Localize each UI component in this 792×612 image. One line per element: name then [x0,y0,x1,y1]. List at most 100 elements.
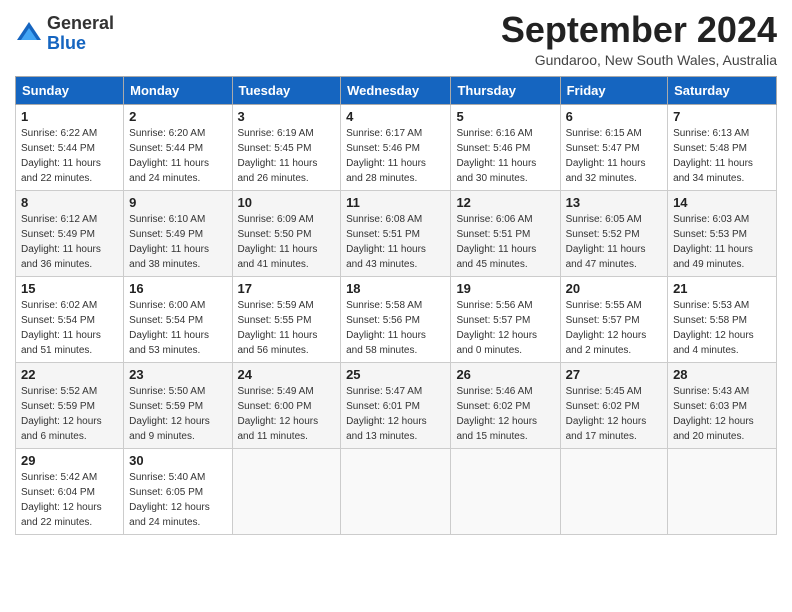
day-number: 20 [566,281,662,296]
day-info: Sunrise: 6:10 AM Sunset: 5:49 PM Dayligh… [129,212,226,272]
calendar-table: SundayMondayTuesdayWednesdayThursdayFrid… [15,76,777,535]
col-header-saturday: Saturday [668,76,777,104]
day-cell: 13 Sunrise: 6:05 AM Sunset: 5:52 PM Dayli… [560,190,667,276]
day-cell: 24Sunrise: 5:49 AM Sunset: 6:00 PM Dayli… [232,362,341,448]
col-header-friday: Friday [560,76,667,104]
day-cell: 4 Sunrise: 6:17 AM Sunset: 5:46 PM Daylig… [341,104,451,190]
day-info: Sunrise: 6:08 AM Sunset: 5:51 PM Dayligh… [346,212,445,272]
day-info: Sunrise: 6:06 AM Sunset: 5:51 PM Dayligh… [456,212,554,272]
day-cell: 3 Sunrise: 6:19 AM Sunset: 5:45 PM Daylig… [232,104,341,190]
logo-icon [15,20,43,48]
day-cell: 11Sunrise: 6:08 AM Sunset: 5:51 PM Dayli… [341,190,451,276]
day-cell: 6 Sunrise: 6:15 AM Sunset: 5:47 PM Daylig… [560,104,667,190]
day-number: 17 [238,281,336,296]
day-info: Sunrise: 6:17 AM Sunset: 5:46 PM Dayligh… [346,126,445,186]
day-number: 13 [566,195,662,210]
day-number: 26 [456,367,554,382]
day-info: Sunrise: 5:43 AM Sunset: 6:03 PM Dayligh… [673,384,771,444]
day-number: 21 [673,281,771,296]
month-title: September 2024 [501,10,777,50]
day-number: 15 [21,281,118,296]
week-row-4: 22 Sunrise: 5:52 AM Sunset: 5:59 PM Dayli… [16,362,777,448]
day-number: 6 [566,109,662,124]
day-number: 18 [346,281,445,296]
logo-text: General Blue [47,14,114,54]
day-info: Sunrise: 5:53 AM Sunset: 5:58 PM Dayligh… [673,298,771,358]
logo-general: General [47,13,114,33]
day-info: Sunrise: 6:03 AM Sunset: 5:53 PM Dayligh… [673,212,771,272]
day-cell: 28 Sunrise: 5:43 AM Sunset: 6:03 PM Dayli… [668,362,777,448]
day-number: 3 [238,109,336,124]
week-row-2: 8Sunrise: 6:12 AM Sunset: 5:49 PM Daylig… [16,190,777,276]
day-cell [560,448,667,534]
day-cell: 21 Sunrise: 5:53 AM Sunset: 5:58 PM Dayli… [668,276,777,362]
day-cell: 1Sunrise: 6:22 AM Sunset: 5:44 PM Daylig… [16,104,124,190]
day-number: 29 [21,453,118,468]
day-cell: 2 Sunrise: 6:20 AM Sunset: 5:44 PM Daylig… [124,104,232,190]
day-cell: 20Sunrise: 5:55 AM Sunset: 5:57 PM Dayli… [560,276,667,362]
day-info: Sunrise: 5:46 AM Sunset: 6:02 PM Dayligh… [456,384,554,444]
day-info: Sunrise: 6:22 AM Sunset: 5:44 PM Dayligh… [21,126,118,186]
day-cell: 29 Sunrise: 5:42 AM Sunset: 6:04 PM Dayli… [16,448,124,534]
title-block: September 2024 Gundaroo, New South Wales… [501,10,777,68]
day-number: 2 [129,109,226,124]
day-number: 4 [346,109,445,124]
col-header-tuesday: Tuesday [232,76,341,104]
day-info: Sunrise: 5:52 AM Sunset: 5:59 PM Dayligh… [21,384,118,444]
col-header-thursday: Thursday [451,76,560,104]
day-cell: 22 Sunrise: 5:52 AM Sunset: 5:59 PM Dayli… [16,362,124,448]
day-cell: 16 Sunrise: 6:00 AM Sunset: 5:54 PM Dayli… [124,276,232,362]
day-number: 22 [21,367,118,382]
page: General Blue September 2024 Gundaroo, Ne… [0,0,792,550]
day-number: 19 [456,281,554,296]
day-cell: 12 Sunrise: 6:06 AM Sunset: 5:51 PM Dayli… [451,190,560,276]
day-cell: 18 Sunrise: 5:58 AM Sunset: 5:56 PM Dayli… [341,276,451,362]
day-number: 27 [566,367,662,382]
day-info: Sunrise: 6:20 AM Sunset: 5:44 PM Dayligh… [129,126,226,186]
day-number: 28 [673,367,771,382]
day-info: Sunrise: 6:19 AM Sunset: 5:45 PM Dayligh… [238,126,336,186]
day-number: 9 [129,195,226,210]
day-cell: 8Sunrise: 6:12 AM Sunset: 5:49 PM Daylig… [16,190,124,276]
day-cell [668,448,777,534]
col-header-monday: Monday [124,76,232,104]
logo-blue: Blue [47,33,86,53]
day-number: 30 [129,453,226,468]
day-info: Sunrise: 6:13 AM Sunset: 5:48 PM Dayligh… [673,126,771,186]
day-cell [341,448,451,534]
day-number: 24 [238,367,336,382]
day-cell: 30 Sunrise: 5:40 AM Sunset: 6:05 PM Dayli… [124,448,232,534]
day-cell: 26 Sunrise: 5:46 AM Sunset: 6:02 PM Dayli… [451,362,560,448]
day-info: Sunrise: 5:42 AM Sunset: 6:04 PM Dayligh… [21,470,118,530]
day-number: 16 [129,281,226,296]
day-cell: 7Sunrise: 6:13 AM Sunset: 5:48 PM Daylig… [668,104,777,190]
week-row-5: 29 Sunrise: 5:42 AM Sunset: 6:04 PM Dayli… [16,448,777,534]
day-info: Sunrise: 6:15 AM Sunset: 5:47 PM Dayligh… [566,126,662,186]
day-info: Sunrise: 5:56 AM Sunset: 5:57 PM Dayligh… [456,298,554,358]
header-row: SundayMondayTuesdayWednesdayThursdayFrid… [16,76,777,104]
day-info: Sunrise: 6:12 AM Sunset: 5:49 PM Dayligh… [21,212,118,272]
day-cell: 27 Sunrise: 5:45 AM Sunset: 6:02 PM Dayli… [560,362,667,448]
day-number: 12 [456,195,554,210]
week-row-3: 15 Sunrise: 6:02 AM Sunset: 5:54 PM Dayli… [16,276,777,362]
week-row-1: 1Sunrise: 6:22 AM Sunset: 5:44 PM Daylig… [16,104,777,190]
col-header-wednesday: Wednesday [341,76,451,104]
header: General Blue September 2024 Gundaroo, Ne… [15,10,777,68]
day-cell: 25Sunrise: 5:47 AM Sunset: 6:01 PM Dayli… [341,362,451,448]
day-info: Sunrise: 6:00 AM Sunset: 5:54 PM Dayligh… [129,298,226,358]
day-number: 10 [238,195,336,210]
day-number: 5 [456,109,554,124]
day-cell [232,448,341,534]
day-info: Sunrise: 6:05 AM Sunset: 5:52 PM Dayligh… [566,212,662,272]
day-info: Sunrise: 5:58 AM Sunset: 5:56 PM Dayligh… [346,298,445,358]
day-number: 14 [673,195,771,210]
col-header-sunday: Sunday [16,76,124,104]
day-info: Sunrise: 5:50 AM Sunset: 5:59 PM Dayligh… [129,384,226,444]
day-info: Sunrise: 6:02 AM Sunset: 5:54 PM Dayligh… [21,298,118,358]
day-cell: 23Sunrise: 5:50 AM Sunset: 5:59 PM Dayli… [124,362,232,448]
day-cell [451,448,560,534]
day-cell: 17Sunrise: 5:59 AM Sunset: 5:55 PM Dayli… [232,276,341,362]
day-info: Sunrise: 5:40 AM Sunset: 6:05 PM Dayligh… [129,470,226,530]
day-cell: 14 Sunrise: 6:03 AM Sunset: 5:53 PM Dayli… [668,190,777,276]
day-info: Sunrise: 5:45 AM Sunset: 6:02 PM Dayligh… [566,384,662,444]
